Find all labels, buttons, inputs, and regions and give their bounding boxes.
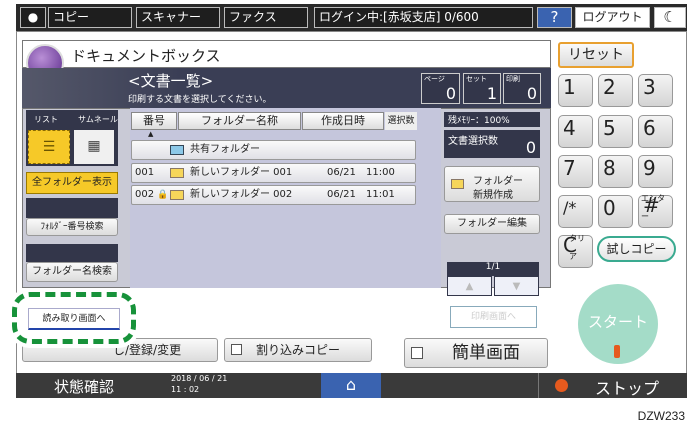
figure-id: DZW233 (637, 409, 685, 423)
page-down-button[interactable]: ▼ (494, 276, 539, 296)
folder-row[interactable]: 002 🔒 新しいフォルダー 002 06/21 11:01 (131, 185, 416, 205)
new-folder-button[interactable]: フォルダー 新規作成 (444, 166, 540, 202)
folder-name-search-button[interactable]: フォルダー名検索 (26, 262, 118, 282)
key-star[interactable]: /* (558, 195, 593, 228)
reset-button[interactable]: リセット (558, 42, 634, 68)
name-search-display (26, 244, 118, 262)
status-check-button[interactable]: 状態確認 (54, 376, 114, 397)
key-9[interactable]: 9 (638, 155, 673, 188)
time: 11 : 02 (171, 385, 200, 394)
column-selected: 選択数 (385, 112, 417, 130)
start-indicator (614, 345, 620, 358)
home-button[interactable]: ⌂ (321, 373, 381, 398)
top-bar: ● コピー スキャナー ファクス ログイン中:[赤坂支店] 0/600 ? ログ… (16, 4, 687, 31)
status-bar: 状態確認 2018 / 06 / 21 11 : 02 ⌂ ストップ (16, 373, 687, 398)
interrupt-copy-button[interactable]: 割り込みコピー (224, 338, 372, 362)
key-1[interactable]: 1 (558, 74, 593, 107)
key-8[interactable]: 8 (598, 155, 633, 188)
new-folder-icon (451, 179, 464, 189)
sort-ascending-icon: ▲ (148, 130, 154, 138)
key-7[interactable]: 7 (558, 155, 593, 188)
set-counter: セット 1 (463, 73, 501, 104)
app-title: ドキュメントボックス (71, 47, 221, 65)
print-screen-button[interactable]: 印刷画面へ (450, 306, 537, 328)
stop-button[interactable]: ストップ (538, 373, 687, 398)
checkbox-icon (411, 347, 423, 359)
thumbnail-view-button[interactable]: ▦ (74, 130, 114, 164)
edit-folder-button[interactable]: フォルダー編集 (444, 214, 540, 234)
tab-fax[interactable]: ファクス (224, 7, 308, 28)
checkbox-icon (231, 344, 242, 355)
column-number[interactable]: 番号 (131, 112, 177, 130)
page-counter: ページ 0 (421, 73, 460, 104)
login-status[interactable]: ログイン中:[赤坂支店] 0/600 (314, 7, 533, 28)
view-toggle-panel: リスト サムネール ☰ ▦ (26, 110, 118, 166)
show-all-folders-button[interactable]: 全フォルダー表示 (26, 172, 118, 194)
print-counter: 印刷 0 (503, 73, 541, 104)
folder-row[interactable]: 001 新しいフォルダー 001 06/21 11:00 (131, 163, 416, 183)
folder-icon (170, 145, 184, 155)
date: 2018 / 06 / 21 (171, 374, 228, 383)
simple-screen-button[interactable]: 簡単画面 (404, 338, 548, 368)
tab-scanner[interactable]: スキャナー (136, 7, 220, 28)
key-6[interactable]: 6 (638, 115, 673, 148)
trial-copy-button[interactable]: 試しコピー (597, 236, 676, 262)
shared-folder-row[interactable]: 共有フォルダー (131, 140, 416, 160)
key-0[interactable]: 0 (598, 195, 633, 228)
help-button[interactable]: ? (537, 7, 572, 28)
key-5[interactable]: 5 (598, 115, 633, 148)
key-3[interactable]: 3 (638, 74, 673, 107)
lock-icon: 🔒 (157, 190, 169, 200)
key-hash[interactable]: # エンター (638, 194, 673, 228)
number-search-display (26, 198, 118, 218)
page-up-button[interactable]: ▲ (447, 276, 492, 296)
clear-key[interactable]: C クリア (558, 234, 593, 268)
folder-icon (170, 190, 184, 200)
folder-number-search-button[interactable]: ﾌｫﾙﾀﾞｰ番号検索 (26, 218, 118, 236)
home-icon: ⌂ (345, 375, 357, 394)
column-created[interactable]: 作成日時 (302, 112, 384, 130)
memory-status: 残ﾒﾓﾘｰ：100% (444, 112, 540, 127)
scan-screen-button[interactable]: 読み取り画面へ (28, 308, 120, 330)
logout-button[interactable]: ログアウト (575, 7, 650, 28)
key-4[interactable]: 4 (558, 115, 593, 148)
key-2[interactable]: 2 (598, 74, 633, 107)
folder-icon (170, 168, 184, 178)
tab-copy[interactable]: コピー (48, 7, 132, 28)
title-bar: ドキュメントボックス (22, 40, 551, 68)
selected-count-panel: 文書選択数 0 (444, 130, 540, 158)
stop-icon (555, 379, 568, 392)
list-heading: <文書一覧> (128, 72, 214, 90)
user-icon[interactable]: ● (20, 7, 46, 28)
page-indicator: 1/1 (447, 262, 539, 276)
column-folder-name[interactable]: フォルダー名称 (178, 112, 301, 130)
energy-saver-icon[interactable]: ☾ (654, 7, 686, 28)
list-view-button[interactable]: ☰ (28, 130, 70, 164)
instruction-text: 印刷する文書を選択してください。 (128, 95, 272, 105)
